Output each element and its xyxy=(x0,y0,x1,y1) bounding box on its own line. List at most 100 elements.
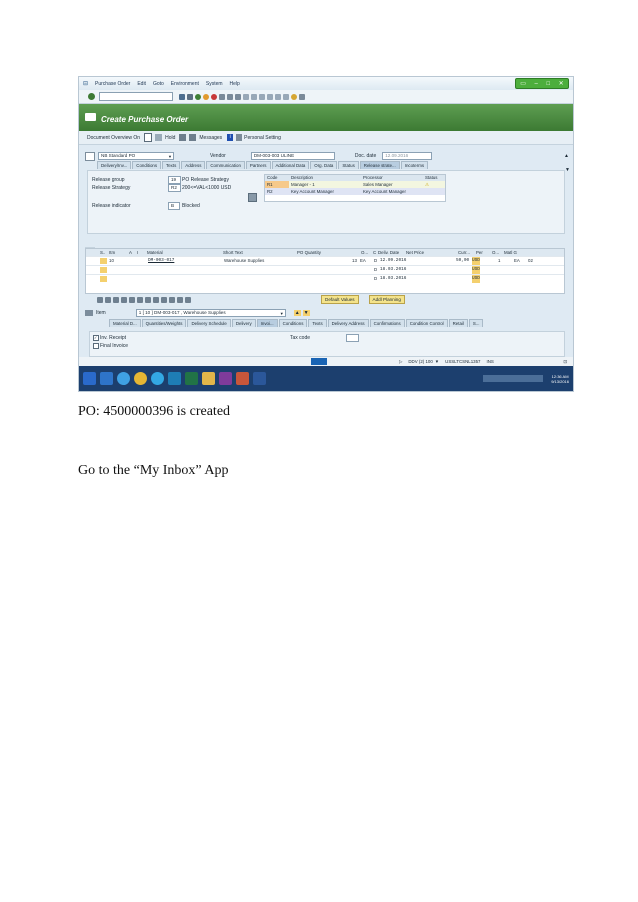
chevron-down-icon[interactable]: ▼ xyxy=(435,359,439,364)
previous-item-icon[interactable]: ▲ xyxy=(293,310,301,316)
onenote-icon[interactable] xyxy=(219,372,232,385)
vendor-field[interactable]: DM-003-003 ULINE xyxy=(250,152,335,160)
other-document-icon[interactable] xyxy=(155,134,163,141)
hold-button[interactable]: Hold xyxy=(165,135,175,141)
windows-start-icon[interactable] xyxy=(83,372,96,385)
tab-item-texts[interactable]: Texts xyxy=(308,319,327,327)
menu-purchase-order[interactable]: Purchase Order xyxy=(95,81,130,87)
tab-incoterms[interactable]: Incoterms xyxy=(400,161,429,169)
filter-icon[interactable] xyxy=(145,296,151,303)
table-row[interactable]: R1 Manager - 1 Sales Manager ⚠ xyxy=(265,181,445,188)
cell-deliv-date[interactable]: 18.03.2016 xyxy=(380,266,406,274)
cell-price-unit[interactable]: EA xyxy=(514,257,520,265)
delete-row-icon[interactable] xyxy=(113,296,119,303)
tab-more[interactable]: S... xyxy=(468,319,484,327)
table-row[interactable]: D 18.03.2016 USD xyxy=(86,265,564,274)
personal-setting-button[interactable]: Personal Setting xyxy=(244,135,281,141)
customize-icon[interactable]: ▭ xyxy=(520,80,526,87)
total-icon[interactable] xyxy=(177,296,183,303)
sort-icon[interactable] xyxy=(137,296,143,303)
item-tree-icon[interactable] xyxy=(85,310,93,316)
tree-icon[interactable] xyxy=(85,151,95,161)
layout-icon[interactable] xyxy=(299,93,305,100)
first-page-icon[interactable] xyxy=(243,93,249,100)
tab-release-strategy[interactable]: Release strate... xyxy=(359,161,400,169)
cell-currency[interactable]: USD xyxy=(472,266,480,274)
tab-texts[interactable]: Texts xyxy=(162,161,181,169)
tab-delivery-address[interactable]: Delivery Address xyxy=(327,319,369,327)
excel-icon[interactable] xyxy=(185,372,198,385)
tab-additional-data[interactable]: Additional Data xyxy=(271,161,310,169)
shortcut-icon[interactable] xyxy=(283,93,289,100)
menu-help[interactable]: Help xyxy=(230,81,240,87)
new-document-icon[interactable] xyxy=(144,133,153,142)
cell-po-quantity[interactable]: 13 xyxy=(352,257,357,265)
export-icon[interactable] xyxy=(185,296,191,303)
tax-code-field[interactable] xyxy=(346,334,359,342)
outlook-icon[interactable] xyxy=(100,372,113,385)
menu-environment[interactable]: Environment xyxy=(171,81,199,87)
enter-icon[interactable] xyxy=(88,93,95,100)
inv-receipt-checkbox[interactable]: ✓ xyxy=(93,335,99,341)
paint-icon[interactable] xyxy=(236,372,249,385)
chevron-down-icon[interactable]: ▼ xyxy=(168,154,172,159)
scroll-up-icon[interactable]: ▲ xyxy=(564,153,569,159)
find-next-icon[interactable] xyxy=(235,93,241,100)
skype-icon[interactable] xyxy=(151,372,164,385)
new-session-icon[interactable] xyxy=(275,93,281,100)
ie-icon[interactable] xyxy=(117,372,130,385)
cell-net-price[interactable]: 50,00 xyxy=(456,257,469,265)
tab-material-data[interactable]: Material D... xyxy=(109,319,141,327)
cell-order-unit[interactable]: EA xyxy=(360,257,366,265)
check-icon[interactable] xyxy=(179,134,187,141)
table-row[interactable]: D 18.03.2016 USD xyxy=(86,274,564,283)
cell-short-text[interactable]: Warehouse Supplies xyxy=(224,257,264,265)
tab-delivery[interactable]: Delivery xyxy=(231,319,256,327)
back-arrow-icon[interactable] xyxy=(195,93,201,100)
cell-per[interactable]: 1 xyxy=(498,257,500,265)
tab-invoice[interactable]: Invoi... xyxy=(256,319,278,327)
details-icon[interactable] xyxy=(97,296,103,303)
save-icon[interactable] xyxy=(187,93,193,100)
tab-retail[interactable]: Retail xyxy=(448,319,468,327)
chrome-icon[interactable] xyxy=(134,372,147,385)
system-info[interactable]: DDV (2) 100 xyxy=(408,359,432,364)
find-icon[interactable] xyxy=(227,93,233,100)
tab-delivery-invoice[interactable]: Delivery/Inv... xyxy=(97,161,132,169)
help-icon[interactable] xyxy=(291,93,297,100)
paste-icon[interactable] xyxy=(129,296,135,303)
document-overview-button[interactable]: Document Overview On xyxy=(87,135,140,141)
tab-org-data[interactable]: Org. Data xyxy=(310,161,338,169)
tab-status[interactable]: Status xyxy=(338,161,359,169)
next-page-icon[interactable] xyxy=(259,93,265,100)
minimize-icon[interactable]: – xyxy=(535,81,538,87)
copy-icon[interactable] xyxy=(121,296,127,303)
tab-conditions[interactable]: Conditions xyxy=(132,161,162,169)
default-values-button[interactable]: Default Values xyxy=(321,295,359,304)
maximize-icon[interactable]: □ xyxy=(546,81,550,87)
layout-icon[interactable] xyxy=(169,296,175,303)
cell-material[interactable]: DM-003-017 xyxy=(148,257,174,265)
addl-planning-button[interactable]: Addl Planning xyxy=(368,295,405,304)
sharepoint-icon[interactable] xyxy=(168,372,181,385)
back-icon[interactable] xyxy=(179,93,185,100)
document-type-field[interactable]: NB Standard PO xyxy=(98,152,174,160)
scroll-down-icon[interactable]: ▼ xyxy=(565,167,570,173)
command-field[interactable] xyxy=(99,92,173,101)
table-row[interactable]: R2 Key Account Manager Key Account Manag… xyxy=(265,188,445,195)
tab-quantities-weights[interactable]: Quantities/Weights xyxy=(141,319,187,327)
previous-page-icon[interactable] xyxy=(251,93,257,100)
tab-confirmations[interactable]: Confirmations xyxy=(369,319,405,327)
cancel-icon[interactable] xyxy=(211,93,217,100)
cell-deliv-date[interactable]: 18.03.2016 xyxy=(380,275,406,283)
tab-delivery-schedule[interactable]: Delivery Schedule xyxy=(187,319,231,327)
release-detail-icon[interactable] xyxy=(248,193,257,202)
tab-partners[interactable]: Partners xyxy=(245,161,271,169)
print-icon[interactable] xyxy=(219,93,225,100)
cell-currency[interactable]: USD xyxy=(472,275,480,283)
tab-address[interactable]: Address xyxy=(181,161,206,169)
tab-communication[interactable]: Communication xyxy=(206,161,245,169)
table-row[interactable]: 10 DM-003-017 Warehouse Supplies 13 EA D… xyxy=(86,256,564,265)
cell-matl-group[interactable]: 02 xyxy=(528,257,533,265)
exit-icon[interactable] xyxy=(203,93,209,100)
